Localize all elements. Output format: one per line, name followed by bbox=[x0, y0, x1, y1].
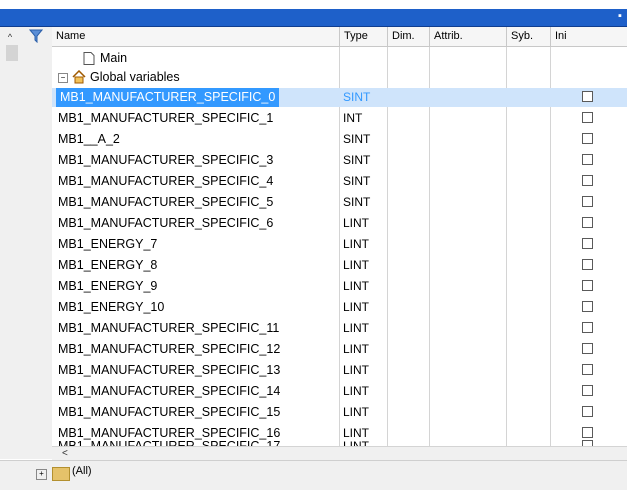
table-row[interactable]: MB1_MANUFACTURER_SPECIFIC_5 SINT bbox=[52, 193, 627, 212]
variable-type[interactable]: LINT bbox=[343, 298, 369, 317]
variables-grid: Main − Global variables MB1_MANUFACTURER… bbox=[52, 47, 627, 447]
column-type[interactable]: Type bbox=[339, 27, 387, 46]
variable-name[interactable]: MB1_ENERGY_8 bbox=[58, 256, 157, 275]
bottom-tree-panel: + (All) bbox=[0, 460, 627, 490]
horizontal-scrollbar[interactable]: < bbox=[52, 446, 627, 460]
variable-type[interactable]: LINT bbox=[343, 319, 369, 338]
symbol-checkbox[interactable] bbox=[582, 154, 593, 165]
table-row[interactable]: MB1_ENERGY_9 LINT bbox=[52, 277, 627, 296]
variable-name[interactable]: MB1_MANUFACTURER_SPECIFIC_5 bbox=[58, 193, 273, 212]
title-bar: ▪ bbox=[0, 9, 627, 27]
document-icon bbox=[83, 52, 95, 65]
collapse-icon[interactable]: − bbox=[58, 73, 68, 83]
home-icon bbox=[72, 70, 86, 84]
variable-type[interactable]: SINT bbox=[343, 172, 370, 191]
variable-type[interactable]: LINT bbox=[343, 277, 369, 296]
symbol-checkbox[interactable] bbox=[582, 175, 593, 186]
tree-item-all[interactable]: (All) bbox=[72, 465, 92, 477]
expand-icon[interactable]: + bbox=[36, 469, 47, 480]
variable-type[interactable]: SINT bbox=[343, 193, 370, 212]
variable-name[interactable]: MB1_MANUFACTURER_SPECIFIC_14 bbox=[58, 382, 280, 401]
variable-type[interactable]: LINT bbox=[343, 340, 369, 359]
table-row[interactable]: MB1_MANUFACTURER_SPECIFIC_11 LINT bbox=[52, 319, 627, 338]
symbol-checkbox[interactable] bbox=[582, 196, 593, 207]
variable-name[interactable]: MB1_MANUFACTURER_SPECIFIC_11 bbox=[58, 319, 279, 338]
variable-type[interactable]: INT bbox=[343, 109, 362, 128]
variable-type[interactable]: LINT bbox=[343, 214, 369, 233]
table-row[interactable]: MB1_ENERGY_10 LINT bbox=[52, 298, 627, 317]
variable-name[interactable]: MB1_ENERGY_9 bbox=[58, 277, 157, 296]
symbol-checkbox[interactable] bbox=[582, 301, 593, 312]
table-row[interactable]: MB1_MANUFACTURER_SPECIFIC_14 LINT bbox=[52, 382, 627, 401]
symbol-checkbox[interactable] bbox=[582, 133, 593, 144]
symbol-checkbox[interactable] bbox=[582, 112, 593, 123]
tree-item-global-variables[interactable]: − Global variables bbox=[52, 68, 627, 87]
variable-type[interactable]: LINT bbox=[343, 256, 369, 275]
symbol-checkbox[interactable] bbox=[582, 364, 593, 375]
table-row[interactable]: MB1_MANUFACTURER_SPECIFIC_13 LINT bbox=[52, 361, 627, 380]
variable-name[interactable]: MB1__A_2 bbox=[58, 130, 120, 149]
table-row[interactable]: MB1_MANUFACTURER_SPECIFIC_1 INT bbox=[52, 109, 627, 128]
variable-name[interactable]: MB1_MANUFACTURER_SPECIFIC_0 bbox=[56, 88, 280, 107]
table-row[interactable]: MB1_ENERGY_8 LINT bbox=[52, 256, 627, 275]
variable-type[interactable]: SINT bbox=[343, 151, 370, 170]
tree-item-main[interactable]: Main bbox=[52, 49, 627, 68]
filter-icon[interactable] bbox=[29, 29, 43, 43]
variable-name[interactable]: MB1_MANUFACTURER_SPECIFIC_6 bbox=[58, 214, 273, 233]
variable-type[interactable]: LINT bbox=[343, 382, 369, 401]
variable-name[interactable]: MB1_MANUFACTURER_SPECIFIC_1 bbox=[58, 109, 273, 128]
table-row[interactable]: MB1_MANUFACTURER_SPECIFIC_6 LINT bbox=[52, 214, 627, 233]
variable-type[interactable]: SINT bbox=[343, 88, 370, 107]
variable-name[interactable]: MB1_MANUFACTURER_SPECIFIC_4 bbox=[58, 172, 273, 191]
symbol-checkbox[interactable] bbox=[582, 91, 593, 102]
table-row[interactable]: MB1_MANUFACTURER_SPECIFIC_15 LINT bbox=[52, 403, 627, 422]
variable-type[interactable]: LINT bbox=[343, 361, 369, 380]
variable-type[interactable]: LINT bbox=[343, 403, 369, 422]
symbol-checkbox[interactable] bbox=[582, 259, 593, 270]
variable-name[interactable]: MB1_MANUFACTURER_SPECIFIC_3 bbox=[58, 151, 273, 170]
column-name[interactable]: Name bbox=[52, 27, 339, 46]
tree-item-label: Global variables bbox=[90, 70, 180, 84]
variable-name[interactable]: MB1_MANUFACTURER_SPECIFIC_12 bbox=[58, 340, 280, 359]
symbol-checkbox[interactable] bbox=[582, 406, 593, 417]
table-row[interactable]: MB1_ENERGY_7 LINT bbox=[52, 235, 627, 254]
variable-type[interactable]: LINT bbox=[343, 235, 369, 254]
column-dim[interactable]: Dim. bbox=[387, 27, 429, 46]
variable-name[interactable]: MB1_MANUFACTURER_SPECIFIC_13 bbox=[58, 361, 280, 380]
table-row[interactable]: MB1_MANUFACTURER_SPECIFIC_0 SINT bbox=[52, 88, 627, 107]
symbol-checkbox[interactable] bbox=[582, 322, 593, 333]
table-row[interactable]: MB1_MANUFACTURER_SPECIFIC_3 SINT bbox=[52, 151, 627, 170]
variable-name[interactable]: MB1_ENERGY_10 bbox=[58, 298, 164, 317]
variable-type[interactable]: SINT bbox=[343, 130, 370, 149]
symbol-checkbox[interactable] bbox=[582, 280, 593, 291]
left-gutter bbox=[0, 27, 52, 459]
variable-name[interactable]: MB1_MANUFACTURER_SPECIFIC_15 bbox=[58, 403, 280, 422]
symbol-checkbox[interactable] bbox=[582, 238, 593, 249]
column-syb[interactable]: Syb. bbox=[506, 27, 550, 46]
table-row[interactable]: MB1_MANUFACTURER_SPECIFIC_4 SINT bbox=[52, 172, 627, 191]
folder-icon bbox=[52, 467, 70, 481]
table-row[interactable]: MB1__A_2 SINT bbox=[52, 130, 627, 149]
column-attrib[interactable]: Attrib. bbox=[429, 27, 506, 46]
scroll-left-icon[interactable]: < bbox=[62, 447, 74, 460]
symbol-checkbox[interactable] bbox=[582, 343, 593, 354]
column-header: Name Type Dim. Attrib. Syb. Ini bbox=[52, 27, 627, 47]
column-init[interactable]: Ini bbox=[550, 27, 627, 46]
variable-name[interactable]: MB1_ENERGY_7 bbox=[58, 235, 157, 254]
scroll-up-icon[interactable]: ^ bbox=[4, 31, 16, 43]
tree-item-label: Main bbox=[100, 51, 128, 65]
restore-icon[interactable]: ▪ bbox=[615, 11, 625, 22]
vertical-scroll-thumb[interactable] bbox=[6, 45, 18, 61]
symbol-checkbox[interactable] bbox=[582, 385, 593, 396]
symbol-checkbox[interactable] bbox=[582, 217, 593, 228]
top-strip bbox=[0, 0, 627, 9]
table-row[interactable]: MB1_MANUFACTURER_SPECIFIC_12 LINT bbox=[52, 340, 627, 359]
